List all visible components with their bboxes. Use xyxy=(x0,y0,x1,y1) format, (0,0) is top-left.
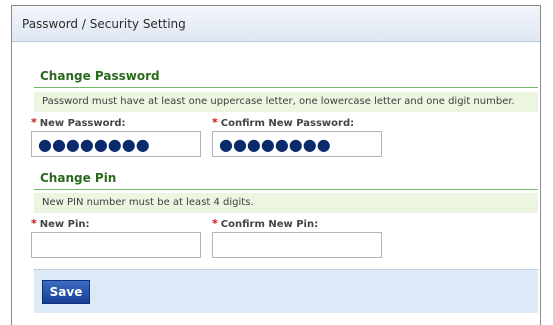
save-button[interactable]: Save xyxy=(42,280,90,304)
confirm-password-input[interactable] xyxy=(212,131,382,157)
settings-panel: Password / Security Setting Change Passw… xyxy=(11,5,541,325)
required-icon: * xyxy=(212,116,218,129)
required-icon: * xyxy=(31,217,37,230)
confirm-pin-input[interactable] xyxy=(212,232,382,258)
form-footer: Save xyxy=(34,269,538,313)
change-password-divider xyxy=(34,87,538,88)
confirm-password-label: * Confirm New Password: xyxy=(212,116,355,129)
panel-header: Password / Security Setting xyxy=(12,6,540,42)
change-pin-title: Change Pin xyxy=(40,171,117,185)
change-pin-divider xyxy=(34,189,538,190)
confirm-pin-label: * Confirm New Pin: xyxy=(212,217,319,230)
required-icon: * xyxy=(31,116,37,129)
pin-hint: New PIN number must be at least 4 digits… xyxy=(34,193,538,213)
new-pin-label: * New Pin: xyxy=(31,217,90,230)
password-hint: Password must have at least one uppercas… xyxy=(34,92,538,112)
change-password-title: Change Password xyxy=(40,69,160,83)
panel-title: Password / Security Setting xyxy=(22,17,186,31)
new-pin-input[interactable] xyxy=(31,232,201,258)
new-password-label: * New Password: xyxy=(31,116,126,129)
new-password-input[interactable] xyxy=(31,131,201,157)
required-icon: * xyxy=(212,217,218,230)
